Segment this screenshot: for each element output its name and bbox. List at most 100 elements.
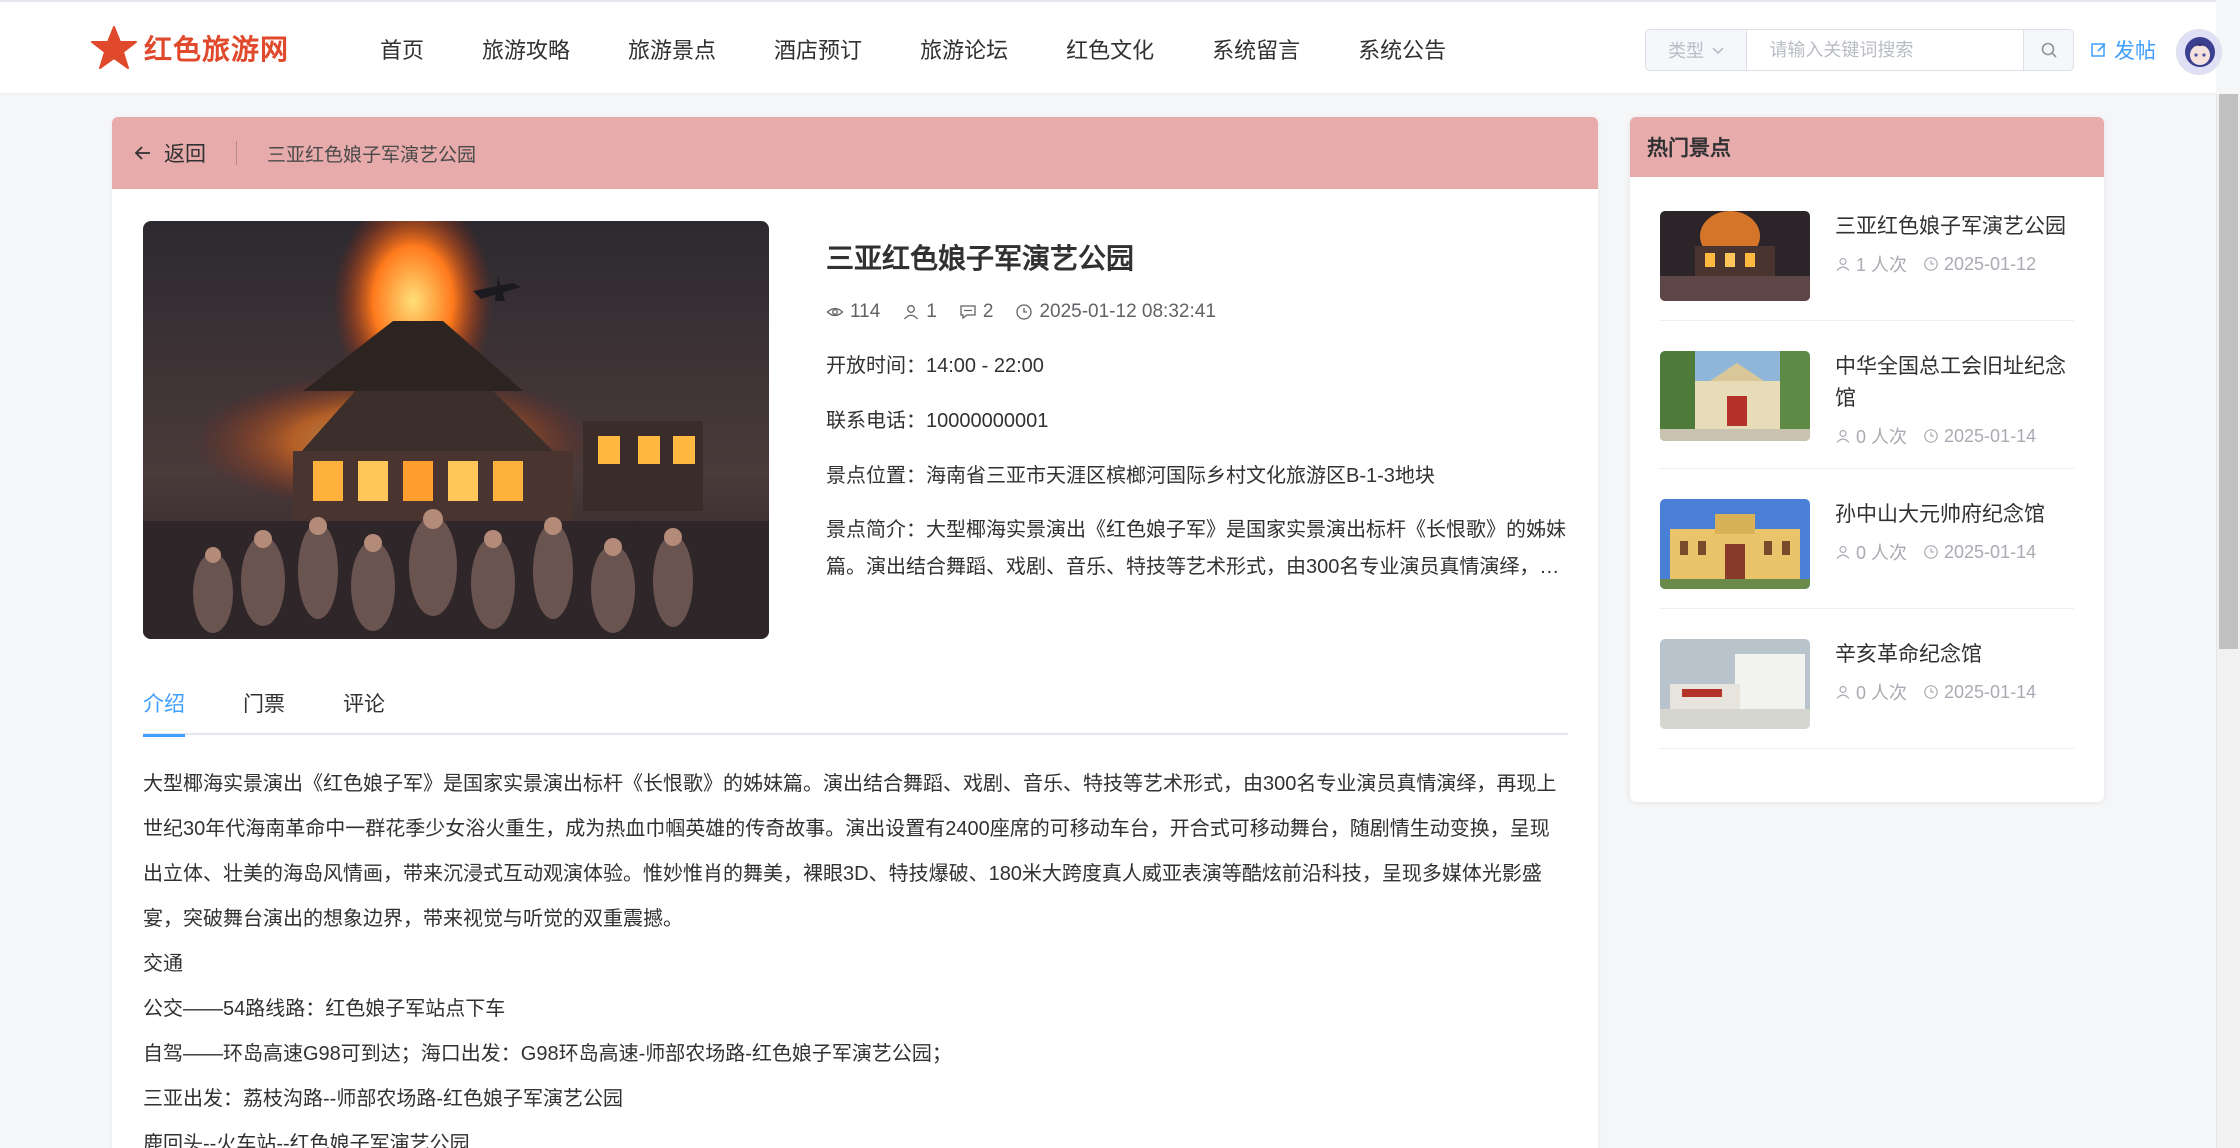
attraction-photo — [143, 221, 769, 639]
hot-attraction-info: 三亚红色娘子军演艺公园 1 人次 2025-01-12 — [1835, 211, 2074, 301]
star-logo-icon — [91, 26, 137, 69]
tab-intro[interactable]: 介绍 — [143, 687, 185, 737]
location: 景点位置：海南省三亚市天涯区槟榔河国际乡村文化旅游区B-1-3地块 — [826, 465, 1435, 487]
visits-count: 0 人次 — [1856, 427, 1908, 447]
hot-attraction-item[interactable]: 辛亥革命纪念馆 0 人次 2025-01-14 — [1660, 609, 2074, 749]
visits-stat: 0 人次 — [1835, 679, 1907, 705]
user-avatar[interactable] — [2176, 29, 2222, 75]
attraction-info: 三亚红色娘子军演艺公园 114 1 2 2025-01-12 08:32:41 … — [826, 237, 1576, 586]
date-stat: 2025-01-12 — [1923, 254, 2036, 275]
post-label: 发帖 — [2114, 40, 2156, 63]
breadcrumb: 返回 三亚红色娘子军演艺公园 — [112, 117, 1598, 189]
search-bar: 类型 — [1645, 29, 2074, 71]
visits-count: 0 人次 — [1856, 683, 1908, 703]
thumb-image — [1660, 211, 1810, 301]
likes-count: 1 — [926, 301, 937, 322]
nav-item-red-culture[interactable]: 红色文化 — [1066, 33, 1154, 65]
thumb-image — [1660, 351, 1810, 441]
main-nav: 首页 旅游攻略 旅游景点 酒店预订 旅游论坛 红色文化 系统留言 系统公告 — [380, 2, 1504, 96]
search-type-select[interactable]: 类型 — [1646, 30, 1748, 70]
back-button[interactable]: 返回 — [132, 138, 206, 168]
hot-attraction-thumb — [1660, 351, 1810, 441]
user-icon — [904, 305, 919, 320]
chevron-down-icon — [1712, 47, 1725, 55]
comments-stat: 2 — [959, 301, 994, 323]
intro-content: 大型椰海实景演出《红色娘子军》是国家实景演出标杆《长恨歌》的姊妹篇。演出结合舞蹈… — [143, 762, 1568, 1148]
hot-attractions-list: 三亚红色娘子军演艺公园 1 人次 2025-01-12 中华全国总工会旧址纪念馆… — [1630, 177, 2104, 749]
publish-datetime: 2025-01-12 08:32:41 — [1039, 301, 1216, 322]
comments-count: 2 — [982, 301, 994, 322]
hot-attraction-item[interactable]: 中华全国总工会旧址纪念馆 0 人次 2025-01-14 — [1660, 321, 2074, 469]
top-header: 红色旅游网 首页 旅游攻略 旅游景点 酒店预订 旅游论坛 红色文化 系统留言 系… — [0, 0, 2222, 96]
site-logo[interactable]: 红色旅游网 — [90, 24, 289, 72]
attraction-date: 2025-01-14 — [1944, 425, 2037, 446]
hot-attraction-name[interactable]: 孙中山大元帅府纪念馆 — [1835, 499, 2074, 531]
visits-stat: 0 人次 — [1835, 539, 1907, 565]
post-button[interactable]: 发帖 — [2090, 35, 2156, 65]
hot-attraction-item[interactable]: 三亚红色娘子军演艺公园 1 人次 2025-01-12 — [1660, 177, 2074, 321]
tab-tickets[interactable]: 门票 — [243, 687, 285, 735]
detail-tabs: 介绍 门票 评论 — [143, 687, 1568, 737]
attraction-meta: 114 1 2 2025-01-12 08:32:41 — [826, 301, 1576, 323]
transport-heading: 交通 — [143, 953, 183, 975]
scrollbar-thumb[interactable] — [2219, 94, 2238, 649]
transport-luhuitou: 鹿回头--火车站--红色娘子军演艺公园 — [143, 1133, 470, 1148]
transport-drive: 自驾——环岛高速G98可到达；海口出发：G98环岛高速-师部农场路-红色娘子军演… — [143, 1043, 952, 1065]
detail-card: 返回 三亚红色娘子军演艺公园 三亚红色娘子军演艺公园 114 1 2 2025-… — [112, 117, 1598, 1148]
attraction-date: 2025-01-14 — [1944, 681, 2037, 702]
nav-item-home[interactable]: 首页 — [380, 33, 424, 65]
hot-attractions-panel: 热门景点 三亚红色娘子军演艺公园 1 人次 2025-01-12 中华全国总工会… — [1630, 117, 2104, 802]
user-icon — [1836, 545, 1850, 559]
nav-item-messages[interactable]: 系统留言 — [1212, 33, 1300, 65]
transport-sanya: 三亚出发：荔枝沟路--师部农场路-红色娘子军演艺公园 — [143, 1088, 623, 1110]
attraction-title: 三亚红色娘子军演艺公园 — [826, 243, 1135, 274]
avatar-image — [2177, 30, 2221, 74]
clock-icon — [1924, 685, 1938, 699]
search-button[interactable] — [2023, 30, 2073, 70]
search-input[interactable] — [1747, 30, 2024, 70]
hot-attraction-meta: 1 人次 2025-01-12 — [1835, 251, 2074, 277]
breadcrumb-divider — [236, 141, 237, 165]
publish-time: 2025-01-12 08:32:41 — [1015, 301, 1216, 323]
visits-count: 1 人次 — [1856, 255, 1908, 275]
likes-stat: 1 — [902, 301, 937, 323]
search-icon — [2041, 42, 2057, 58]
hot-attraction-meta: 0 人次 2025-01-14 — [1835, 679, 2074, 705]
hot-attractions-title: 热门景点 — [1630, 117, 2104, 177]
hot-attraction-name[interactable]: 中华全国总工会旧址纪念馆 — [1835, 351, 2074, 415]
edit-icon — [2091, 43, 2106, 57]
user-icon — [1836, 257, 1850, 271]
tab-comments[interactable]: 评论 — [343, 687, 385, 735]
clock-icon — [1016, 304, 1033, 320]
hot-attraction-info: 辛亥革命纪念馆 0 人次 2025-01-14 — [1835, 639, 2074, 729]
views-count: 114 — [850, 301, 881, 322]
nav-item-hotels[interactable]: 酒店预订 — [774, 33, 862, 65]
hot-attraction-thumb — [1660, 499, 1810, 589]
open-hours: 开放时间：14:00 - 22:00 — [826, 355, 1044, 377]
eye-icon — [826, 307, 844, 317]
comment-icon — [960, 305, 976, 320]
clock-icon — [1924, 257, 1938, 271]
hot-attraction-name[interactable]: 三亚红色娘子军演艺公园 — [1835, 211, 2074, 243]
nav-item-attractions[interactable]: 旅游景点 — [628, 33, 716, 65]
thumb-image — [1660, 639, 1810, 729]
nav-item-announcements[interactable]: 系统公告 — [1358, 33, 1446, 65]
thumb-image — [1660, 499, 1810, 589]
attraction-date: 2025-01-12 — [1944, 253, 2037, 274]
user-icon — [1836, 429, 1850, 443]
hot-attraction-meta: 0 人次 2025-01-14 — [1835, 539, 2074, 565]
breadcrumb-current: 三亚红色娘子军演艺公园 — [267, 144, 477, 166]
nav-item-guides[interactable]: 旅游攻略 — [482, 33, 570, 65]
nav-item-forum[interactable]: 旅游论坛 — [920, 33, 1008, 65]
hot-attraction-item[interactable]: 孙中山大元帅府纪念馆 0 人次 2025-01-14 — [1660, 469, 2074, 609]
attraction-date: 2025-01-14 — [1944, 541, 2037, 562]
contact-phone: 联系电话：10000000001 — [826, 410, 1049, 432]
summary: 景点简介：大型椰海实景演出《红色娘子军》是国家实景演出标杆《长恨歌》的姊妹篇。演… — [826, 519, 1566, 578]
logo-text: 红色旅游网 — [144, 34, 290, 65]
transport-bus: 公交——54路线路：红色娘子军站点下车 — [143, 998, 506, 1020]
date-stat: 2025-01-14 — [1923, 682, 2036, 703]
hot-attraction-name[interactable]: 辛亥革命纪念馆 — [1835, 639, 2074, 671]
hot-attraction-info: 中华全国总工会旧址纪念馆 0 人次 2025-01-14 — [1835, 351, 2074, 449]
date-stat: 2025-01-14 — [1923, 542, 2036, 563]
page-scrollbar[interactable] — [2216, 94, 2240, 1148]
